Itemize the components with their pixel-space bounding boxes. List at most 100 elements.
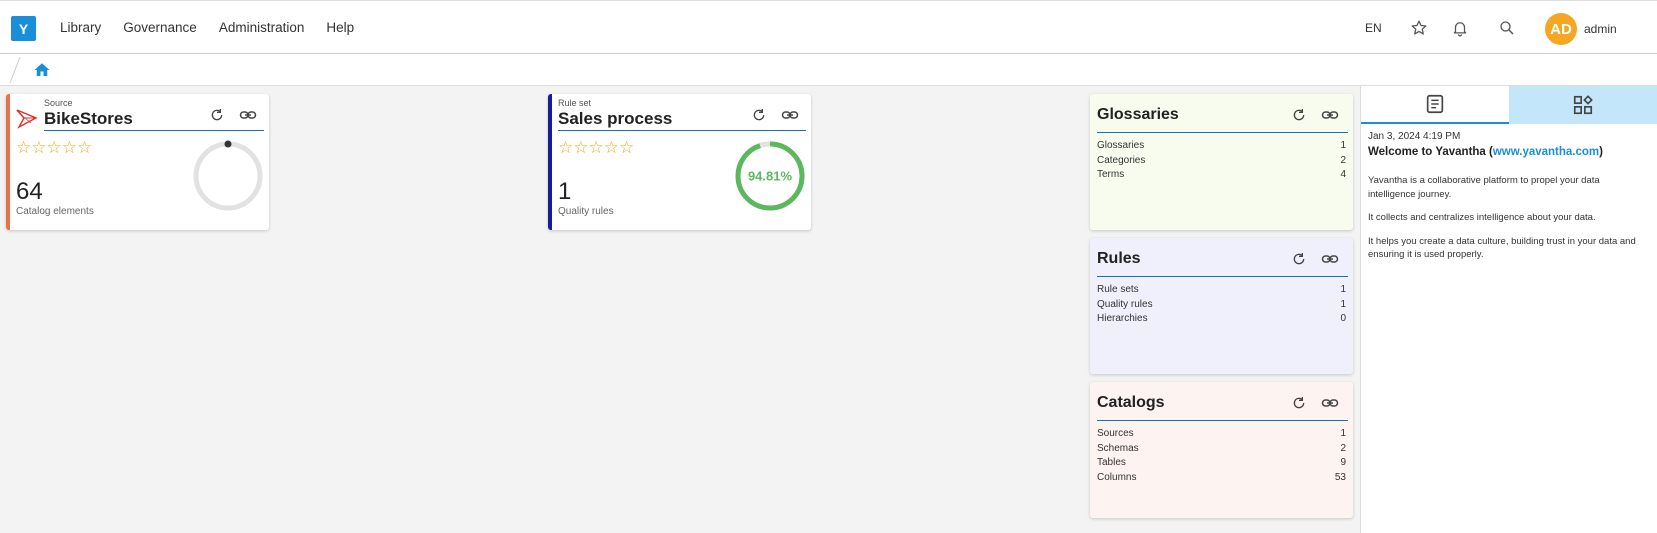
- row-label: Terms: [1097, 169, 1125, 180]
- quality-score-ring: 94.81%: [735, 141, 805, 211]
- catalog-elements-label: Catalog elements: [16, 206, 94, 217]
- row-label: Tables: [1097, 457, 1126, 468]
- app-logo[interactable]: Y: [11, 16, 36, 41]
- star-icon[interactable]: [1409, 18, 1429, 38]
- summary-row[interactable]: Quality rules 1: [1097, 298, 1346, 313]
- news-title: Welcome to Yavantha (www.yavantha.com): [1368, 146, 1603, 158]
- card-kind: Rule set: [558, 98, 592, 108]
- news-title-prefix: Welcome to Yavantha (: [1368, 146, 1493, 158]
- summary-rows: Glossaries 1 Categories 2 Terms 4: [1097, 139, 1346, 183]
- progress-ring-empty: [193, 140, 263, 211]
- nav-library[interactable]: Library: [60, 20, 101, 35]
- row-value: 1: [1340, 284, 1346, 295]
- catalog-elements-count: 64: [16, 178, 43, 205]
- row-value: 1: [1340, 428, 1346, 439]
- summary-title: Rules: [1097, 250, 1141, 267]
- news-paragraph: It helps you create a data culture, buil…: [1368, 235, 1636, 261]
- summary-title: Glossaries: [1097, 106, 1179, 123]
- summary-row[interactable]: Categories 2: [1097, 154, 1346, 169]
- card-title[interactable]: Sales process: [558, 109, 672, 129]
- link-icon[interactable]: [781, 106, 799, 124]
- link-icon[interactable]: [239, 106, 257, 124]
- row-label: Categories: [1097, 154, 1146, 166]
- summary-row[interactable]: Terms 4: [1097, 168, 1346, 183]
- row-value: 53: [1334, 471, 1346, 483]
- news-paragraph: It collects and centralizes intelligence…: [1368, 212, 1596, 223]
- rules-summary-card: Rules Rule sets 1 Quality rules 1 Hierarch…: [1090, 238, 1353, 374]
- summary-title: Catalogs: [1097, 394, 1165, 411]
- source-card[interactable]: Source BikeStores ☆☆☆☆☆ 64 Catalog eleme…: [6, 94, 269, 230]
- row-value: 9: [1340, 457, 1346, 468]
- username[interactable]: admin: [1584, 22, 1617, 36]
- row-value: 4: [1340, 169, 1346, 180]
- news-title-suffix: ): [1599, 146, 1603, 158]
- nav-governance[interactable]: Governance: [123, 20, 197, 35]
- rule-set-card[interactable]: Rule set Sales process ☆☆☆☆☆ 1 Quality r…: [548, 94, 811, 230]
- row-value: 1: [1340, 298, 1346, 310]
- row-label: Quality rules: [1097, 298, 1153, 310]
- document-icon: [1426, 94, 1444, 114]
- card-divider: [44, 130, 264, 131]
- row-label: Columns: [1097, 471, 1137, 483]
- refresh-icon[interactable]: [208, 106, 226, 124]
- panel-tabs: [1361, 86, 1657, 124]
- top-bar: Y Library Governance Administration Help…: [0, 0, 1657, 54]
- news-body: Yavantha is a collaborative platform to …: [1368, 174, 1648, 272]
- widgets-icon: [1573, 95, 1593, 115]
- search-icon[interactable]: [1497, 18, 1517, 38]
- nav-administration[interactable]: Administration: [219, 20, 305, 35]
- row-label: Glossaries: [1097, 140, 1145, 151]
- row-value: 2: [1340, 154, 1346, 166]
- summary-row[interactable]: Tables 9: [1097, 456, 1346, 471]
- summary-row[interactable]: Columns 53: [1097, 471, 1346, 486]
- website-link[interactable]: www.yavantha.com: [1493, 146, 1599, 158]
- row-value: 2: [1340, 442, 1346, 454]
- main-nav: Library Governance Administration Help: [60, 20, 354, 35]
- home-icon[interactable]: [33, 61, 51, 79]
- row-label: Hierarchies: [1097, 313, 1148, 324]
- news-panel: Jan 3, 2024 4:19 PM Welcome to Yavantha …: [1360, 86, 1657, 533]
- card-divider: [1097, 420, 1348, 421]
- news-date: Jan 3, 2024 4:19 PM: [1368, 131, 1461, 142]
- sql-server-icon: [16, 109, 38, 129]
- nav-help[interactable]: Help: [326, 20, 354, 35]
- summary-rows: Sources 1 Schemas 2 Tables 9 Columns 53: [1097, 427, 1346, 485]
- card-divider: [1097, 276, 1348, 277]
- language-selector[interactable]: EN: [1365, 21, 1382, 35]
- quality-rules-count: 1: [558, 178, 572, 205]
- refresh-icon[interactable]: [1290, 250, 1308, 268]
- summary-row[interactable]: Glossaries 1: [1097, 139, 1346, 154]
- link-icon[interactable]: [1321, 106, 1339, 124]
- glossaries-summary-card: Glossaries Glossaries 1 Categories 2 Terms…: [1090, 94, 1353, 230]
- link-icon[interactable]: [1321, 250, 1339, 268]
- card-divider: [558, 130, 806, 131]
- rating-stars[interactable]: ☆☆☆☆☆: [16, 138, 92, 158]
- summary-rows: Rule sets 1 Quality rules 1 Hierarchies 0: [1097, 283, 1346, 327]
- refresh-icon[interactable]: [750, 106, 768, 124]
- refresh-icon[interactable]: [1290, 394, 1308, 412]
- card-title[interactable]: BikeStores: [44, 109, 133, 129]
- catalogs-summary-card: Catalogs Sources 1 Schemas 2 Tables 9 Colum…: [1090, 382, 1353, 518]
- tab-news[interactable]: [1361, 86, 1509, 124]
- row-value: 1: [1340, 140, 1346, 151]
- link-icon[interactable]: [1321, 394, 1339, 412]
- refresh-icon[interactable]: [1290, 106, 1308, 124]
- row-value: 0: [1340, 313, 1346, 324]
- news-paragraph: Yavantha is a collaborative platform to …: [1368, 175, 1600, 200]
- card-kind: Source: [44, 98, 73, 108]
- summary-row[interactable]: Schemas 2: [1097, 442, 1346, 457]
- bell-icon[interactable]: [1450, 18, 1470, 38]
- summary-row[interactable]: Sources 1: [1097, 427, 1346, 442]
- breadcrumb: [0, 54, 1657, 86]
- tab-widgets[interactable]: [1509, 86, 1657, 124]
- card-divider: [1097, 132, 1348, 133]
- summary-row[interactable]: Hierarchies 0: [1097, 312, 1346, 327]
- summary-row[interactable]: Rule sets 1: [1097, 283, 1346, 298]
- quality-rules-label: Quality rules: [558, 206, 614, 217]
- rating-stars[interactable]: ☆☆☆☆☆: [558, 138, 634, 158]
- avatar[interactable]: AD: [1545, 13, 1577, 45]
- quality-score-label: 94.81%: [748, 169, 793, 184]
- breadcrumb-separator: [9, 56, 21, 84]
- row-label: Sources: [1097, 428, 1134, 439]
- row-label: Schemas: [1097, 442, 1139, 454]
